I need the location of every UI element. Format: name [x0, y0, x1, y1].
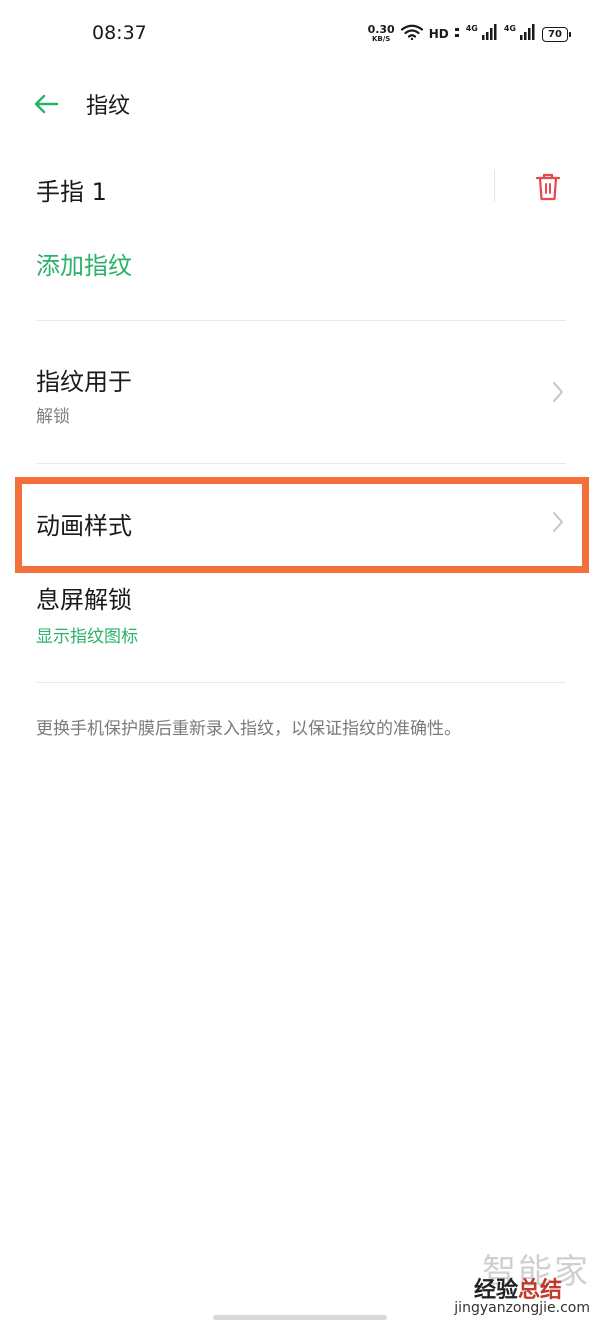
- status-bar: 08:37 0.30 KB/S HD 4G 4G 70: [0, 0, 600, 70]
- chevron-right-icon: [553, 512, 563, 532]
- setting-subtitle: 显示指纹图标: [36, 627, 138, 647]
- setting-fingerprint-use[interactable]: 指纹用于 解锁: [0, 340, 600, 450]
- signal-icon: [481, 24, 498, 44]
- back-button[interactable]: [30, 88, 62, 120]
- vertical-divider: [494, 170, 495, 202]
- section-divider: [36, 463, 566, 464]
- trash-icon: [536, 173, 560, 201]
- delete-fingerprint-button[interactable]: [532, 170, 564, 204]
- fingerprint-item[interactable]: 手指 1: [0, 152, 600, 222]
- status-time: 08:37: [92, 22, 147, 44]
- setting-animation-style[interactable]: 动画样式: [0, 484, 600, 566]
- watermark: 智能家 经验总结 jingyanzongjie.com: [454, 1254, 590, 1316]
- info-note: 更换手机保护膜后重新录入指纹，以保证指纹的准确性。: [36, 719, 461, 739]
- setting-title: 息屏解锁: [36, 586, 132, 614]
- app-header: 指纹: [0, 74, 600, 134]
- home-indicator[interactable]: [213, 1315, 387, 1320]
- net-speed-value: 0.30: [367, 23, 395, 36]
- page-title: 指纹: [86, 94, 131, 119]
- setting-screen-off-unlock[interactable]: 息屏解锁 显示指纹图标: [0, 566, 600, 666]
- hd-label: HD: [428, 27, 449, 41]
- fingerprint-name: 手指 1: [36, 178, 107, 206]
- signal-icon: [520, 24, 536, 44]
- status-icons: 0.30 KB/S HD 4G 4G 70: [367, 22, 571, 46]
- add-fingerprint-button[interactable]: 添加指纹: [36, 246, 132, 281]
- net-speed-unit: KB/S: [371, 35, 391, 43]
- section-divider: [36, 682, 566, 683]
- setting-title: 动画样式: [36, 512, 132, 540]
- net-speed: 0.30 KB/S: [367, 23, 395, 43]
- setting-title: 指纹用于: [36, 368, 132, 396]
- setting-subtitle: 解锁: [36, 407, 70, 427]
- signal1-label: 4G: [465, 23, 478, 33]
- back-arrow-icon: [34, 94, 59, 114]
- wifi-icon: [400, 24, 423, 44]
- section-divider: [36, 320, 566, 321]
- hd-indicator-icon: [454, 25, 460, 44]
- signal2-label: 4G: [503, 23, 516, 33]
- watermark-url: jingyanzongjie.com: [454, 1300, 590, 1316]
- battery-icon: 70: [542, 26, 571, 42]
- chevron-right-icon: [553, 382, 563, 402]
